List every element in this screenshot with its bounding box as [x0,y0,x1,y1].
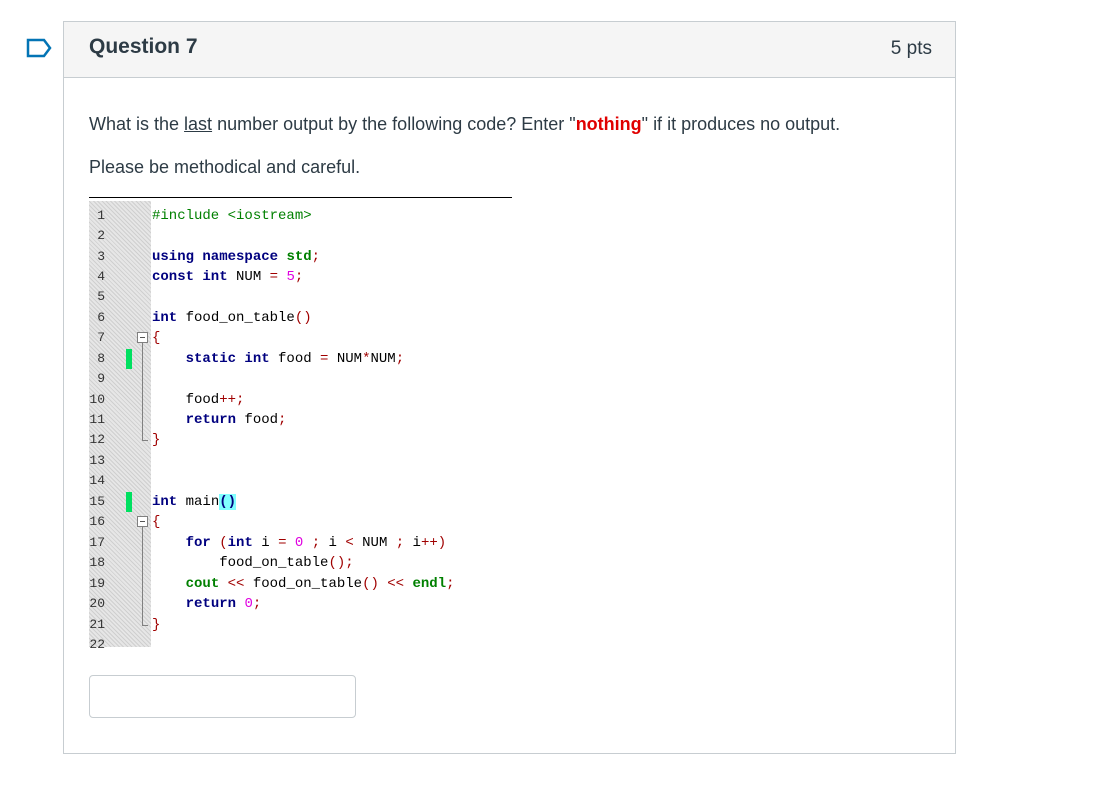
code-line-8: static int food = NUM*NUM; [185,351,405,367]
code-line-16: { [152,514,161,530]
prompt-red-word: nothing [575,114,642,134]
collapse-icon [137,516,148,527]
line-number: 14 [89,473,105,488]
code-line-1: #include <iostream> [152,208,312,224]
line-number: 5 [97,289,105,304]
line-number: 22 [89,637,105,652]
divider [89,197,512,198]
line-number: 9 [97,371,105,386]
code-line-15: int main() [152,494,237,510]
line-number: 2 [97,228,105,243]
code-line-12: } [152,432,161,448]
question-note: Please be methodical and careful. [89,157,361,177]
prompt-text-3: " if it produces no output. [641,114,841,134]
line-number: 13 [89,453,105,468]
code-line-11: return food; [185,412,287,428]
collapse-icon [137,332,148,343]
code-line-17: for (int i = 0 ; i < NUM ; i++) [185,535,447,551]
fold-corner [142,440,148,441]
fold-line [142,527,143,625]
prompt-text-1: What is the [89,114,185,134]
change-marker [126,492,132,512]
code-line-18: food_on_table(); [152,555,354,571]
answer-input[interactable] [89,675,356,718]
prompt-underlined-word: last [184,114,213,134]
code-line-20: return 0; [185,596,262,612]
question-points: 5 pts [890,38,932,59]
question-header: Question 7 5 pts [64,22,955,78]
prompt-text-2: number output by the following code? Ent… [212,114,576,134]
code-line-10: food++; [152,392,245,408]
code-line-7: { [152,330,161,346]
fold-corner [142,625,148,626]
code-line-3: using namespace std; [152,249,321,265]
change-marker [126,349,132,369]
code-line-21: } [152,617,161,633]
code-line-6: int food_on_table() [152,310,312,326]
question-prompt: What is the last number output by the fo… [89,114,840,135]
code-line-4: const int NUM = 5; [152,269,304,285]
question-card: Question 7 5 pts What is the last number… [63,21,956,754]
code-image: 1 2 3 4 5 6 7 8 9 10 11 12 13 14 15 16 17 18 19 20 21 22 #inc… [89,201,519,652]
question-title: Question 7 [89,35,198,58]
bookmark-flag-icon[interactable] [26,38,52,58]
code-line-19: cout << food_on_table() << endl; [185,576,455,592]
fold-line [142,343,143,440]
